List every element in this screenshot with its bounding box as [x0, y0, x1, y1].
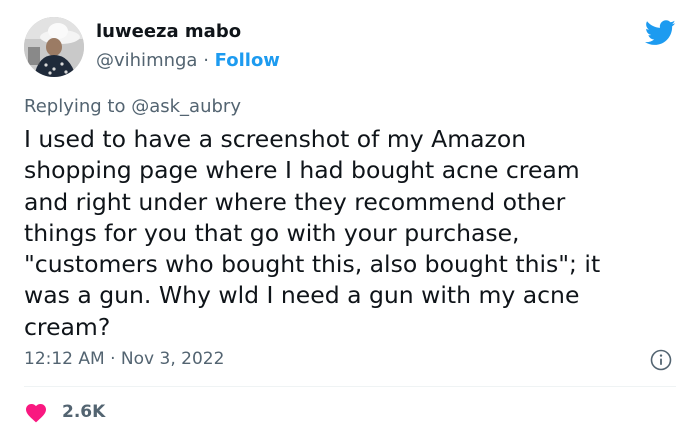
tweet-text-line: I used to have a screenshot of my Amazon [24, 125, 527, 153]
avatar-image [24, 17, 84, 77]
tweet-text-line: and right under where they recommend oth… [24, 187, 566, 216]
tweet-time: 12:12 AM [24, 349, 105, 369]
author-handle-row: @vihimnga · Follow [96, 49, 280, 73]
tweet-text-line: shopping page where I had bought acne cr… [24, 156, 580, 185]
tweet-timestamp[interactable]: 12:12 AM · Nov 3, 2022 [24, 348, 224, 370]
tweet-text-line: "customers who bought this, also bought … [24, 250, 601, 279]
author-display-name[interactable]: luweeza mabo [96, 20, 280, 44]
author-block: luweeza mabo @vihimnga · Follow [96, 20, 280, 73]
like-button[interactable]: 2.6K [24, 399, 105, 425]
avatar[interactable] [24, 17, 84, 77]
tweet-text-line: cream? [24, 312, 111, 341]
twitter-bird-icon[interactable] [645, 20, 676, 46]
tweet-date: Nov 3, 2022 [120, 349, 225, 369]
follow-button[interactable]: Follow [215, 50, 280, 71]
timestamp-separator: · [110, 349, 116, 369]
tweet-text: I used to have a screenshot of my Amazon… [24, 124, 674, 343]
divider [24, 386, 676, 387]
heart-icon [26, 404, 46, 423]
replying-to-label: Replying to [24, 96, 126, 117]
info-icon[interactable] [650, 349, 672, 371]
tweet-text-line: things for you that go with your purchas… [24, 218, 520, 247]
replying-to-mention[interactable]: @ask_aubry [131, 96, 241, 117]
handle-separator: · [203, 50, 209, 71]
tweet-text-line: was a gun. Why wld I need a gun with my … [24, 281, 580, 310]
like-count: 2.6K [62, 402, 106, 422]
tweet-card: luweeza mabo @vihimnga · Follow Replying… [0, 0, 700, 441]
replying-to: Replying to @ask_aubry [24, 95, 241, 119]
author-handle[interactable]: @vihimnga [96, 50, 197, 71]
